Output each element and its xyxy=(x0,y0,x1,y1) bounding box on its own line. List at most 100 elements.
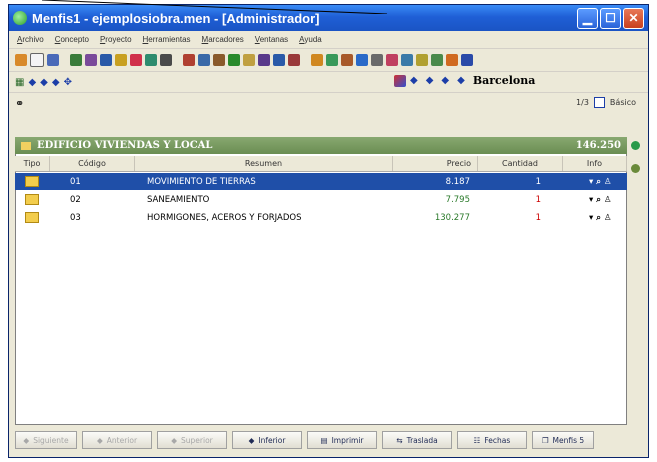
tool-icon[interactable] xyxy=(401,54,413,66)
inferior-button[interactable]: ◆ Inferior xyxy=(232,431,302,449)
info-icon[interactable]: ▾ xyxy=(589,213,593,223)
down-arrow-icon[interactable]: ✥ xyxy=(64,77,72,88)
status-icon[interactable] xyxy=(631,141,640,150)
col-resumen[interactable]: Resumen xyxy=(135,156,393,171)
tool-icon[interactable] xyxy=(85,54,97,66)
forward-arrow-icon[interactable]: ◆ xyxy=(40,77,48,88)
arrow-left-icon: ◆ xyxy=(96,435,103,445)
tool-icon[interactable] xyxy=(431,54,443,66)
tool-icon[interactable] xyxy=(70,54,82,66)
nav-up-icon[interactable]: ◆ xyxy=(441,75,449,86)
info-icon[interactable]: ⌕ xyxy=(596,195,601,205)
row-type xyxy=(15,191,50,208)
info-icon[interactable]: ▾ xyxy=(589,195,593,205)
tool-icon[interactable] xyxy=(100,54,112,66)
tool-icon[interactable] xyxy=(243,54,255,66)
tool-icon[interactable] xyxy=(145,54,157,66)
menu-ayuda[interactable]: Ayuda xyxy=(299,35,322,44)
tool-icon[interactable] xyxy=(198,54,210,66)
info-icon[interactable]: ⌕ xyxy=(596,213,601,223)
tool-icon[interactable] xyxy=(273,54,285,66)
imprimir-button[interactable]: ▤ Imprimir xyxy=(307,431,377,449)
basic-checkbox[interactable] xyxy=(593,97,605,108)
tool-icon[interactable] xyxy=(326,54,338,66)
tool-icon[interactable] xyxy=(130,54,142,66)
anterior-label: Anterior xyxy=(106,435,138,445)
menfis5-label: Menfis 5 xyxy=(552,435,585,445)
fechas-button[interactable]: ☷ Fechas xyxy=(457,431,527,449)
tool-icon[interactable] xyxy=(213,54,225,66)
menu-archivo[interactable]: Archivo xyxy=(17,35,44,44)
tool-icon[interactable] xyxy=(228,54,240,66)
tool-icon[interactable] xyxy=(446,54,458,66)
row-info: ▾ ⌕ ♙ xyxy=(563,191,627,208)
tool-icon[interactable] xyxy=(311,54,323,66)
tool-icon[interactable] xyxy=(371,54,383,66)
tool-icon[interactable] xyxy=(416,54,428,66)
tool-icon[interactable] xyxy=(386,54,398,66)
superior-button[interactable]: ◆ Superior xyxy=(157,431,227,449)
row-summary: SANEAMIENTO xyxy=(147,194,210,205)
menu-ventanas[interactable]: Ventanas xyxy=(255,35,288,44)
nav-down-icon[interactable]: ◆ xyxy=(457,75,465,86)
col-precio[interactable]: Precio xyxy=(393,156,478,171)
imprimir-label: Imprimir xyxy=(331,435,364,445)
info-icon[interactable]: ♙ xyxy=(604,177,612,187)
row-type xyxy=(15,173,50,190)
row-code: 01 xyxy=(70,176,81,187)
folder-icon xyxy=(25,176,39,187)
tool-icon[interactable] xyxy=(461,54,473,66)
row-info: ▾ ⌕ ♙ xyxy=(563,173,627,190)
row-price: 130.277 xyxy=(434,212,470,223)
arrow-up-icon: ◆ xyxy=(171,435,178,445)
tool-icon[interactable] xyxy=(183,54,195,66)
chapter-bar[interactable]: EDIFICIO VIVIENDAS Y LOCAL 146.250 xyxy=(15,137,627,154)
table-row[interactable]: 03 HORMIGONES, ACEROS Y FORJADOS 130.277… xyxy=(15,209,627,226)
map-icon[interactable] xyxy=(394,74,406,87)
info-icon[interactable]: ▾ xyxy=(589,177,593,187)
traslada-button[interactable]: ⇆ Traslada xyxy=(382,431,452,449)
nav-forward-icon[interactable]: ◆ xyxy=(426,75,434,86)
row-type xyxy=(15,209,50,226)
binoculars-icon[interactable]: ⚭ xyxy=(15,97,24,110)
menu-herramientas[interactable]: Herramientas xyxy=(143,35,191,44)
tool-icon[interactable] xyxy=(115,54,127,66)
back-arrow-icon[interactable]: ◆ xyxy=(28,77,36,88)
superior-label: Superior xyxy=(181,435,213,445)
save-icon[interactable] xyxy=(47,54,59,66)
table-row[interactable]: 02 SANEAMIENTO 7.795 1 ▾ ⌕ ♙ xyxy=(15,191,627,208)
tool-icon[interactable] xyxy=(258,54,270,66)
open-icon[interactable] xyxy=(15,54,27,66)
info-icon[interactable]: ♙ xyxy=(604,195,612,205)
tree-icon[interactable]: ▦ xyxy=(15,77,24,88)
row-code: 02 xyxy=(70,194,81,205)
anterior-button[interactable]: ◆ Anterior xyxy=(82,431,152,449)
col-info[interactable]: Info xyxy=(563,156,627,171)
chapter-title: EDIFICIO VIVIENDAS Y LOCAL xyxy=(37,140,213,151)
info-icon[interactable]: ⌕ xyxy=(596,177,601,187)
tool-icon[interactable] xyxy=(341,54,353,66)
menu-concepto[interactable]: Concepto xyxy=(55,35,89,44)
table-row[interactable]: 01 MOVIMIENTO DE TIERRAS 8.187 1 ▾ ⌕ ♙ xyxy=(15,173,627,190)
row-price: 8.187 xyxy=(445,176,470,187)
close-button[interactable]: ✕ xyxy=(623,7,644,29)
tool-icon[interactable] xyxy=(160,54,172,66)
maximize-button[interactable]: ☐ xyxy=(600,7,621,29)
new-icon[interactable] xyxy=(30,53,44,67)
tool-icon[interactable] xyxy=(288,54,300,66)
col-tipo[interactable]: Tipo xyxy=(15,156,50,171)
menfis5-button[interactable]: ❐ Menfis 5 xyxy=(532,431,594,449)
nav-back-icon[interactable]: ◆ xyxy=(410,75,418,86)
info-icon[interactable]: ♙ xyxy=(604,213,612,223)
siguiente-button[interactable]: ◆ Siguiente xyxy=(15,431,77,449)
menu-proyecto[interactable]: Proyecto xyxy=(100,35,132,44)
row-summary: HORMIGONES, ACEROS Y FORJADOS xyxy=(147,212,302,223)
up-arrow-icon[interactable]: ◆ xyxy=(52,77,60,88)
col-codigo[interactable]: Código xyxy=(50,156,135,171)
search-bar: ⚭ 1/3 Básico xyxy=(9,93,648,113)
chart-icon[interactable] xyxy=(631,164,640,173)
col-cantidad[interactable]: Cantidad xyxy=(478,156,563,171)
menu-marcadores[interactable]: Marcadores xyxy=(202,35,244,44)
tool-icon[interactable] xyxy=(356,54,368,66)
minimize-button[interactable]: ▁ xyxy=(577,7,598,29)
